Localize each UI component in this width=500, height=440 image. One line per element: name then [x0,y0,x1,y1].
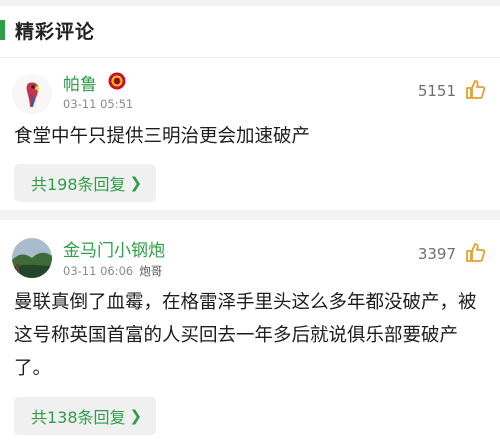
thumbs-up-icon[interactable] [464,78,486,100]
view-replies-button[interactable]: 共138条回复 ❯ [14,397,157,435]
landscape-avatar-icon[interactable] [12,238,52,278]
chevron-right-icon: ❯ [129,174,143,192]
thumbs-up-icon[interactable] [464,241,486,263]
comment-username[interactable]: 金马门小钢炮 [63,236,165,261]
chevron-right-icon: ❯ [129,407,143,425]
comment-meta: 03-11 06:06 炮哥 [63,263,162,279]
section-title: 精彩评论 [15,21,96,43]
comment-time: 03-11 06:06 [63,264,134,278]
replies-label: 共138条回复 [31,408,126,427]
section-accent-bar [0,20,5,40]
like-count: 5151 [417,82,456,100]
replies-label: 共198条回复 [31,175,126,194]
comment-text: 食堂中午只提供三明治更会加速破产 [14,126,311,147]
view-replies-button[interactable]: 共198条回复 ❯ [14,164,157,202]
section-header: 精彩评论 [0,6,500,58]
user-tag: 炮哥 [139,264,163,278]
club-crest-badge-icon [108,72,126,90]
comment-username[interactable]: 帕鲁 [63,70,97,95]
like-count: 3397 [417,245,456,263]
comment-time: 03-11 05:51 [63,97,134,111]
parrot-avatar-icon[interactable] [12,74,52,114]
comment-meta: 03-11 05:51 [63,97,133,111]
comment-text: 曼联真倒了血霉，在格雷泽手里头这么多年都没破产，被这号称英国首富的人买回去一年多… [14,292,477,379]
comment-item: 金马门小钢炮 03-11 06:06 炮哥 3397 曼联真倒了血霉，在格雷泽手里… [0,220,500,440]
comment-item: 帕鲁 03-11 05:51 5151 食堂中午只提供三明治更会加速破产 共19… [0,52,500,210]
comment-separator [0,210,500,220]
